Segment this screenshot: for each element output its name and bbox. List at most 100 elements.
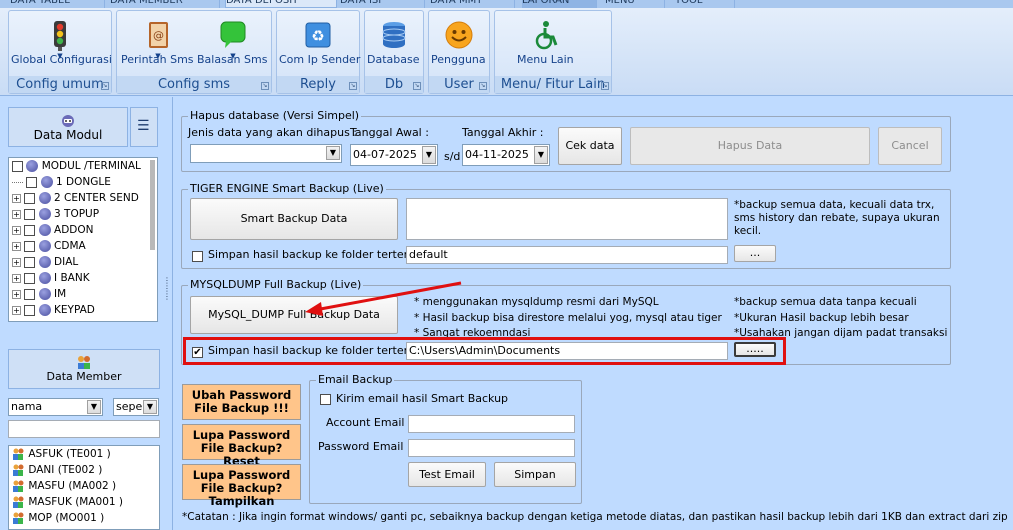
tree-item[interactable]: + KEYPAD	[9, 302, 144, 318]
smart-backup-button[interactable]: Smart Backup Data	[190, 198, 398, 240]
com-ip-sender-button[interactable]: ♻ Com Ip Sender	[279, 13, 360, 77]
list-icon: ☰	[137, 118, 150, 134]
filter-field-select[interactable]: nama ▼	[8, 398, 103, 416]
database-button[interactable]: Database	[367, 13, 421, 77]
tab-data-deposit[interactable]: DATA DEPOSIT	[225, 0, 337, 8]
dialog-launcher-icon[interactable]: ↘	[479, 82, 487, 90]
reset-password-button[interactable]: Lupa Password File Backup? Reset	[182, 424, 301, 468]
main-area: Hapus database (Versi Simpel) Jenis data…	[172, 97, 1013, 530]
pengguna-button[interactable]: Pengguna	[431, 13, 487, 77]
data-member-button[interactable]: Data Member	[8, 349, 160, 389]
ribbon-tab-strip: DATA TABEL DATA MEMBER DATA DEPOSIT DATA…	[0, 0, 1013, 8]
member-list-item[interactable]: MASFU (MA002 )	[9, 478, 157, 494]
list-view-button[interactable]: ☰	[130, 107, 158, 147]
hapus-data-button[interactable]: Hapus Data	[630, 127, 870, 165]
jenis-label: Jenis data yang akan dihapus :	[188, 126, 358, 139]
tree-item[interactable]: + 3 TOPUP	[9, 206, 144, 222]
chevron-down-icon: ▼	[143, 400, 157, 414]
tree-item-label: I BANK	[54, 272, 90, 284]
account-email-label: Account Email :	[326, 416, 412, 429]
expand-plus-icon[interactable]: +	[12, 289, 21, 299]
member-list-item[interactable]: ASFUK (TE001 )	[9, 446, 157, 462]
tab-data-member[interactable]: DATA MEMBER	[110, 0, 220, 8]
tab-data-mmt[interactable]: DATA MMT	[430, 0, 515, 8]
tree-item[interactable]: + ADDON	[9, 222, 144, 238]
expand-plus-icon[interactable]: +	[12, 273, 21, 283]
tree-item[interactable]: + I BANK	[9, 270, 144, 286]
tiger-simpan-checkbox[interactable]	[192, 249, 203, 262]
expand-plus-icon[interactable]: +	[12, 225, 21, 235]
menu-lain-button[interactable]: Menu Lain	[517, 13, 577, 77]
tree-item-label: DIAL	[54, 256, 79, 268]
tanggal-akhir-picker[interactable]: 04-11-2025 ▼	[462, 144, 550, 166]
tab-menu[interactable]: MENU	[605, 0, 665, 8]
expand-plus-icon[interactable]: +	[12, 257, 21, 267]
expand-plus-icon[interactable]: +	[12, 193, 21, 203]
ubah-password-button[interactable]: Ubah Password File Backup !!!	[182, 384, 301, 420]
member-label: MASFU (MA002 )	[28, 480, 117, 492]
group-label: Reply	[277, 76, 359, 93]
tiger-simpan-label: Simpan hasil backup ke folder tertentu :	[208, 248, 430, 261]
tree-item[interactable]: + CDMA	[9, 238, 144, 254]
password-email-input[interactable]	[408, 439, 575, 457]
tree-item[interactable]: + IM	[9, 286, 144, 302]
dialog-launcher-icon[interactable]: ↘	[261, 82, 269, 90]
left-panel: Data Modul ☰ MODUL /TERMINAL 1 DONGLE + 2…	[0, 97, 171, 530]
expand-plus-icon[interactable]: +	[12, 305, 21, 315]
tree-item[interactable]: MODUL /TERMINAL	[9, 158, 144, 174]
checkbox-icon	[24, 208, 36, 220]
tree-item[interactable]: + 2 CENTER SEND	[9, 190, 144, 206]
database-label: Database	[367, 53, 420, 66]
kirim-email-checkbox[interactable]	[320, 392, 331, 405]
splitter-grip-icon[interactable]: ⋮ ⋮ ⋮	[163, 277, 171, 347]
filter-mode-select[interactable]: seper ▼	[113, 398, 159, 416]
tree-scrollbar[interactable]	[150, 160, 155, 250]
global-configurasi-label: Global Configurasi	[11, 53, 112, 66]
perintah-sms-label: Perintah Sms	[121, 53, 194, 66]
jenis-data-select[interactable]: ▼	[190, 144, 342, 163]
expand-plus-icon[interactable]: +	[12, 209, 21, 219]
tree-item-label: MODUL /TERMINAL	[41, 160, 141, 172]
tanggal-awal-picker[interactable]: 04-07-2025 ▼	[350, 144, 438, 166]
member-list-item[interactable]: DANI (TE002 )	[9, 462, 157, 478]
test-email-button[interactable]: Test Email	[408, 462, 486, 487]
group-menu-fitur-lain: Menu Lain Menu/ Fitur Lain ↘	[494, 10, 612, 94]
tampilkan-password-button[interactable]: Lupa Password File Backup? Tampilkan	[182, 464, 301, 508]
member-list-item[interactable]: MASFUK (MA001 )	[9, 494, 157, 510]
tab-tool[interactable]: TOOL	[675, 0, 735, 8]
tab-data-isi[interactable]: DATA ISI	[340, 0, 425, 8]
module-tree[interactable]: MODUL /TERMINAL 1 DONGLE + 2 CENTER SEND +…	[8, 157, 158, 322]
tree-item-label: 2 CENTER SEND	[54, 192, 139, 204]
global-configurasi-button[interactable]: Global Configurasi ▼	[11, 13, 112, 77]
dialog-launcher-icon[interactable]: ↘	[601, 82, 609, 90]
cancel-button[interactable]: Cancel	[878, 127, 942, 165]
cek-data-button[interactable]: Cek data	[558, 127, 622, 165]
user-icon	[11, 447, 25, 461]
tiger-title: TIGER ENGINE Smart Backup (Live)	[188, 182, 386, 195]
data-modul-button[interactable]: Data Modul	[8, 107, 128, 147]
member-list-item[interactable]: MOP (MO001 )	[9, 510, 157, 526]
terminal-icon	[38, 224, 51, 236]
tiger-browse-button[interactable]: ...	[734, 245, 776, 262]
tiger-folder-input[interactable]: default	[406, 246, 728, 264]
expand-plus-icon[interactable]: +	[12, 241, 21, 251]
member-list[interactable]: ASFUK (TE001 ) DANI (TE002 ) MASFU (MA00…	[8, 445, 160, 530]
password-email-label: Password Email :	[318, 440, 411, 453]
tanggal-awal-label: Tanggal Awal :	[350, 126, 429, 139]
menu-lain-label: Menu Lain	[517, 53, 574, 66]
simpan-email-button[interactable]: Simpan	[494, 462, 576, 487]
perintah-sms-button[interactable]: @ Perintah Sms ▼	[121, 13, 195, 77]
group-user: Pengguna User ↘	[428, 10, 490, 94]
balasan-sms-button[interactable]: Balasan Sms ▼	[197, 13, 269, 77]
dialog-launcher-icon[interactable]: ↘	[349, 82, 357, 90]
dialog-launcher-icon[interactable]: ↘	[413, 82, 421, 90]
tab-data-tabel[interactable]: DATA TABEL	[10, 0, 105, 8]
member-label: MASFUK (MA001 )	[28, 496, 124, 508]
checkbox-icon	[12, 160, 23, 172]
tree-item[interactable]: 1 DONGLE	[9, 174, 144, 190]
tree-item[interactable]: + DIAL	[9, 254, 144, 270]
member-search-input[interactable]	[8, 420, 160, 438]
account-email-input[interactable]	[408, 415, 575, 433]
tab-laporan[interactable]: LAPORAN	[522, 0, 597, 8]
dialog-launcher-icon[interactable]: ↘	[101, 82, 109, 90]
